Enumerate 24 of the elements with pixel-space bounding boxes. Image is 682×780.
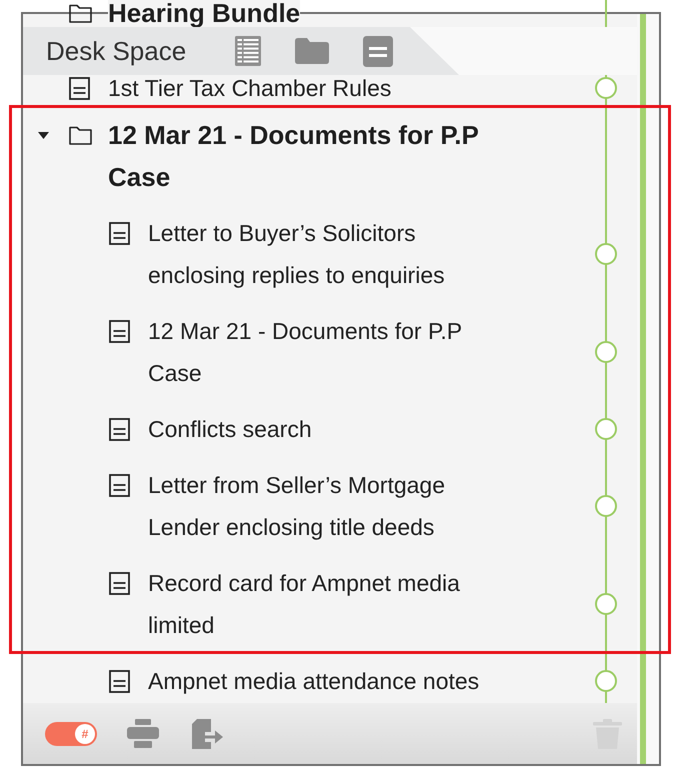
timeline-node-icon [595, 243, 617, 265]
document-icon [109, 320, 130, 342]
caret-icon[interactable] [38, 132, 49, 138]
document-icon [109, 474, 130, 496]
document-icon [109, 670, 130, 692]
timeline-node-icon [595, 593, 617, 615]
timeline-node-icon [595, 670, 617, 692]
folder-icon[interactable] [295, 38, 330, 64]
document-icon [69, 76, 90, 100]
document-icon [109, 418, 130, 440]
document-arrow-icon[interactable] [192, 718, 223, 748]
list-icon[interactable] [235, 36, 262, 66]
document-icon[interactable] [363, 36, 394, 66]
folder-icon [69, 125, 92, 145]
timeline-node-icon [595, 418, 617, 440]
document-icon [109, 222, 130, 244]
timeline-node-icon [595, 495, 617, 517]
timeline-node-icon [595, 341, 617, 363]
header-title: Desk Space [46, 38, 186, 64]
folder-icon [69, 3, 92, 23]
printer-icon[interactable] [127, 719, 159, 748]
folder-name[interactable]: Hearing Bundle [108, 0, 300, 26]
document-icon [109, 572, 130, 594]
timeline-node-icon [595, 77, 617, 99]
